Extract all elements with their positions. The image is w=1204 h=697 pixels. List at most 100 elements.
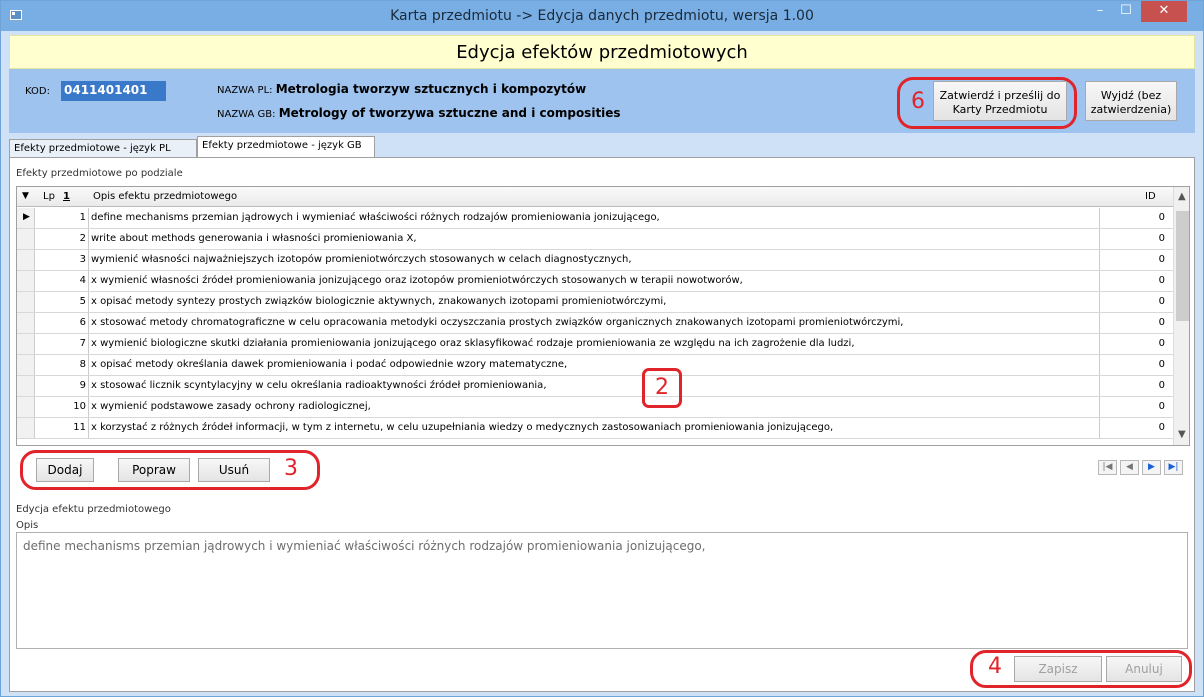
sort-order-indicator: 1 — [63, 191, 70, 202]
row-selector[interactable] — [17, 355, 35, 375]
table-row[interactable]: 11 x korzystać z różnych źródeł informacj… — [17, 418, 1173, 439]
exit-without-approve-button[interactable]: Wyjdź (bez zatwierdzenia) — [1085, 81, 1177, 121]
row-id: 0 — [1099, 250, 1171, 270]
annotation-number-6: 6 — [911, 89, 925, 114]
window-title: Karta przedmiotu -> Edycja danych przedm… — [390, 8, 814, 24]
row-opis: x wymienić własności źródeł promieniowan… — [91, 275, 743, 286]
row-opis: x stosować metody chromatograficzne w ce… — [91, 317, 904, 328]
nazwa-pl: NAZWA PL: Metrologia tworzyw sztucznych … — [217, 82, 586, 96]
row-selector[interactable] — [17, 250, 35, 270]
table-row[interactable]: 4x wymienić własności źródeł promieniowa… — [17, 271, 1173, 292]
minimize-button[interactable]: – — [1087, 1, 1113, 22]
table-row[interactable]: 10 x wymienić podstawowe zasady ochrony r… — [17, 397, 1173, 418]
row-opis: write about methods generowania i własno… — [91, 233, 417, 244]
tab-language-gb[interactable]: Efekty przedmiotowe - język GB — [197, 136, 375, 158]
row-lp: 8 — [35, 355, 89, 375]
kod-label: KOD: — [25, 86, 50, 97]
row-opis: x stosować licznik scyntylacyjny w celu … — [91, 380, 547, 391]
grid-vertical-scrollbar[interactable]: ▲ ▼ — [1173, 187, 1189, 445]
tab-strip: Efekty przedmiotowe - język PL Efekty pr… — [9, 133, 1195, 158]
row-id: 0 — [1099, 355, 1171, 375]
nazwa-pl-value: Metrologia tworzyw sztucznych i kompozyt… — [275, 82, 587, 96]
column-filter-icon[interactable]: ▼ — [22, 191, 29, 201]
table-row[interactable]: 9x stosować licznik scyntylacyjny w celu… — [17, 376, 1173, 397]
save-button[interactable]: Zapisz — [1014, 656, 1102, 682]
scroll-up-icon[interactable]: ▲ — [1178, 191, 1186, 202]
row-id: 0 — [1099, 376, 1171, 396]
row-id: 0 — [1099, 418, 1171, 438]
row-lp: 5 — [35, 292, 89, 312]
grid-header: ▼ Lp 1 Opis efektu przedmiotowego ID — [17, 187, 1173, 207]
add-button[interactable]: Dodaj — [36, 458, 94, 482]
row-opis: define mechanisms przemian jądrowych i w… — [91, 212, 660, 223]
table-row[interactable]: 5x opisać metody syntezy prostych związk… — [17, 292, 1173, 313]
table-row[interactable]: 8x opisać metody określania dawek promie… — [17, 355, 1173, 376]
row-selector[interactable] — [17, 229, 35, 249]
opis-textarea[interactable]: define mechanisms przemian jądrowych i w… — [16, 532, 1188, 649]
edit-group: Edycja efektu przedmiotowego Opis define… — [10, 496, 1194, 692]
delete-button[interactable]: Usuń — [198, 458, 270, 482]
page-subtitle: Edycja efektów przedmiotowych — [9, 35, 1195, 69]
kod-value[interactable]: 0411401401 — [61, 81, 166, 101]
row-id: 0 — [1099, 313, 1171, 333]
annotation-number-4: 4 — [988, 654, 1002, 679]
edit-group-title: Edycja efektu przedmiotowego — [16, 504, 171, 515]
row-opis: x opisać metody określania dawek promien… — [91, 359, 568, 370]
nazwa-gb: NAZWA GB: Metrology of tworzywa sztuczne… — [217, 106, 621, 120]
row-selector[interactable] — [17, 313, 35, 333]
column-header-lp[interactable]: Lp — [43, 191, 55, 202]
table-row[interactable]: 2 write about methods generowania i własn… — [17, 229, 1173, 250]
nazwa-gb-value: Metrology of tworzywa sztuczne and i com… — [278, 106, 621, 120]
row-opis: x opisać metody syntezy prostych związkó… — [91, 296, 667, 307]
row-id: 0 — [1099, 271, 1171, 291]
row-lp: 9 — [35, 376, 89, 396]
nav-prev-icon[interactable]: ◀ — [1120, 460, 1139, 475]
effects-grid[interactable]: ▼ Lp 1 Opis efektu przedmiotowego ID ▶ 1 d… — [16, 186, 1190, 446]
maximize-button[interactable]: ☐ — [1113, 1, 1139, 22]
row-lp: 11 — [35, 418, 89, 438]
row-lp: 10 — [35, 397, 89, 417]
row-selector[interactable] — [17, 376, 35, 396]
row-lp: 2 — [35, 229, 89, 249]
table-row[interactable]: 3 wymienić własności najważniejszych izot… — [17, 250, 1173, 271]
row-selector[interactable] — [17, 397, 35, 417]
cancel-button[interactable]: Anuluj — [1106, 656, 1182, 682]
row-lp: 7 — [35, 334, 89, 354]
opis-label: Opis — [16, 520, 39, 531]
row-opis: wymienić własności najważniejszych izoto… — [91, 254, 632, 265]
nav-first-icon[interactable]: |◀ — [1098, 460, 1117, 475]
nazwa-pl-label: NAZWA PL: — [217, 85, 273, 96]
scroll-down-icon[interactable]: ▼ — [1178, 429, 1186, 440]
row-id: 0 — [1099, 397, 1171, 417]
subject-info-band: KOD: 0411401401 NAZWA PL: Metrologia two… — [9, 69, 1195, 133]
row-opis: x wymienić biologiczne skutki działania … — [91, 338, 855, 349]
tab-content-panel: Efekty przedmiotowe po podziale ▼ Lp 1 O… — [9, 157, 1195, 692]
row-opis: x korzystać z różnych źródeł informacji,… — [91, 422, 834, 433]
row-id: 0 — [1099, 334, 1171, 354]
tab-language-pl[interactable]: Efekty przedmiotowe - język PL — [9, 139, 197, 157]
scroll-thumb[interactable] — [1176, 211, 1189, 321]
row-id: 0 — [1099, 229, 1171, 249]
column-header-opis[interactable]: Opis efektu przedmiotowego — [93, 191, 237, 202]
row-selector[interactable] — [17, 418, 35, 438]
table-row[interactable]: 7x wymienić biologiczne skutki działania… — [17, 334, 1173, 355]
column-header-id[interactable]: ID — [1145, 191, 1156, 202]
approve-submit-button[interactable]: Zatwierdź i prześlij do Karty Przedmiotu — [933, 81, 1067, 121]
main-window: Karta przedmiotu -> Edycja danych przedm… — [0, 0, 1204, 697]
edit-button[interactable]: Popraw — [118, 458, 190, 482]
row-selector[interactable]: ▶ — [17, 208, 35, 228]
table-row[interactable]: 6x stosować metody chromatograficzne w c… — [17, 313, 1173, 334]
nazwa-gb-label: NAZWA GB: — [217, 109, 276, 120]
table-row[interactable]: ▶ 1 define mechanisms przemian jądrowych i… — [17, 208, 1173, 229]
row-selector[interactable] — [17, 334, 35, 354]
row-selector[interactable] — [17, 292, 35, 312]
close-button[interactable]: ✕ — [1141, 1, 1187, 22]
row-opis: x wymienić podstawowe zasady ochrony rad… — [91, 401, 371, 412]
row-id: 0 — [1099, 208, 1171, 228]
current-row-arrow-icon: ▶ — [23, 212, 30, 222]
row-selector[interactable] — [17, 271, 35, 291]
row-id: 0 — [1099, 292, 1171, 312]
nav-last-icon[interactable]: ▶| — [1164, 460, 1183, 475]
nav-next-icon[interactable]: ▶ — [1142, 460, 1161, 475]
title-bar[interactable]: Karta przedmiotu -> Edycja danych przedm… — [1, 1, 1203, 31]
